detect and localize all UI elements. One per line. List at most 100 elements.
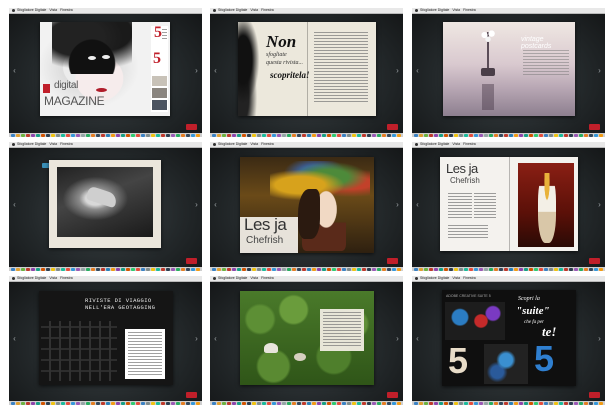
dock-app-icon[interactable] bbox=[579, 401, 583, 405]
magazine-spread[interactable] bbox=[240, 291, 374, 385]
prev-page-arrow-icon[interactable]: ‹ bbox=[12, 334, 17, 343]
dock-app-icon[interactable] bbox=[539, 133, 543, 137]
dock-app-icon[interactable] bbox=[559, 401, 563, 405]
dock-app-icon[interactable] bbox=[136, 401, 140, 405]
dock-app-icon[interactable] bbox=[91, 133, 95, 137]
dock-app-icon[interactable] bbox=[529, 401, 533, 405]
dock-app-icon[interactable] bbox=[101, 267, 105, 271]
dock-app-icon[interactable] bbox=[554, 133, 558, 137]
dock-app-icon[interactable] bbox=[479, 401, 483, 405]
prev-page-arrow-icon[interactable]: ‹ bbox=[213, 200, 218, 209]
dock-app-icon[interactable] bbox=[141, 401, 145, 405]
dock-app-icon[interactable] bbox=[166, 133, 170, 137]
dock-app-icon[interactable] bbox=[494, 133, 498, 137]
apple-icon[interactable] bbox=[415, 143, 418, 146]
dock-app-icon[interactable] bbox=[589, 133, 593, 137]
dock-app-icon[interactable] bbox=[297, 133, 301, 137]
dock-app-icon[interactable] bbox=[549, 133, 553, 137]
dock-app-icon[interactable] bbox=[509, 267, 513, 271]
dock-app-icon[interactable] bbox=[469, 267, 473, 271]
dock-app-icon[interactable] bbox=[247, 401, 251, 405]
dock-app-icon[interactable] bbox=[262, 267, 266, 271]
dock-app-icon[interactable] bbox=[332, 267, 336, 271]
apple-icon[interactable] bbox=[213, 277, 216, 280]
dock-app-icon[interactable] bbox=[599, 133, 603, 137]
dock-app-icon[interactable] bbox=[489, 401, 493, 405]
dock-app-icon[interactable] bbox=[302, 401, 306, 405]
dock-app-icon[interactable] bbox=[307, 401, 311, 405]
dock-app-icon[interactable] bbox=[51, 401, 55, 405]
dock-app-icon[interactable] bbox=[529, 133, 533, 137]
dock-app-icon[interactable] bbox=[332, 133, 336, 137]
dock-app-icon[interactable] bbox=[237, 267, 241, 271]
dock-app-icon[interactable] bbox=[579, 267, 583, 271]
dock-app-icon[interactable] bbox=[11, 401, 15, 405]
dock-app-icon[interactable] bbox=[459, 401, 463, 405]
dock-app-icon[interactable] bbox=[126, 267, 130, 271]
dock-app-icon[interactable] bbox=[66, 401, 70, 405]
dock-app-icon[interactable] bbox=[589, 267, 593, 271]
dock-app-icon[interactable] bbox=[181, 401, 185, 405]
dock-app-icon[interactable] bbox=[362, 133, 366, 137]
dock-app-icon[interactable] bbox=[116, 133, 120, 137]
dock-app-icon[interactable] bbox=[317, 267, 321, 271]
dock-app-icon[interactable] bbox=[419, 267, 423, 271]
dock-app-icon[interactable] bbox=[217, 133, 221, 137]
dock-app-icon[interactable] bbox=[181, 267, 185, 271]
dock-app-icon[interactable] bbox=[11, 267, 15, 271]
dock-app-icon[interactable] bbox=[504, 133, 508, 137]
dock-app-icon[interactable] bbox=[474, 133, 478, 137]
dock-app-icon[interactable] bbox=[524, 267, 528, 271]
next-page-arrow-icon[interactable]: › bbox=[597, 200, 602, 209]
dock-app-icon[interactable] bbox=[529, 267, 533, 271]
dock-app-icon[interactable] bbox=[464, 267, 468, 271]
dock-app-icon[interactable] bbox=[166, 267, 170, 271]
dock-app-icon[interactable] bbox=[151, 267, 155, 271]
prev-page-arrow-icon[interactable]: ‹ bbox=[213, 66, 218, 75]
dock-app-icon[interactable] bbox=[429, 401, 433, 405]
dock-app-icon[interactable] bbox=[131, 133, 135, 137]
dock-app-icon[interactable] bbox=[499, 133, 503, 137]
prev-page-arrow-icon[interactable]: ‹ bbox=[415, 66, 420, 75]
dock-app-icon[interactable] bbox=[397, 267, 401, 271]
dock-app-icon[interactable] bbox=[151, 401, 155, 405]
dock-app-icon[interactable] bbox=[16, 267, 20, 271]
dock-app-icon[interactable] bbox=[509, 133, 513, 137]
magazine-spread[interactable]: Les ja Chefrish bbox=[440, 157, 578, 251]
dock-app-icon[interactable] bbox=[544, 133, 548, 137]
magazine-spread[interactable]: vintage postcards bbox=[443, 22, 575, 116]
dock-app-icon[interactable] bbox=[534, 133, 538, 137]
dock-app-icon[interactable] bbox=[222, 401, 226, 405]
prev-page-arrow-icon[interactable]: ‹ bbox=[415, 200, 420, 209]
dock-app-icon[interactable] bbox=[489, 133, 493, 137]
dock-app-icon[interactable] bbox=[252, 401, 256, 405]
dock-app-icon[interactable] bbox=[367, 133, 371, 137]
dock-app-icon[interactable] bbox=[459, 267, 463, 271]
dock-app-icon[interactable] bbox=[559, 267, 563, 271]
dock-app-icon[interactable] bbox=[91, 267, 95, 271]
dock-app-icon[interactable] bbox=[474, 401, 478, 405]
dock-app-icon[interactable] bbox=[357, 401, 361, 405]
dock-app-icon[interactable] bbox=[171, 267, 175, 271]
dock-app-icon[interactable] bbox=[267, 267, 271, 271]
next-page-arrow-icon[interactable]: › bbox=[194, 334, 199, 343]
dock-app-icon[interactable] bbox=[392, 133, 396, 137]
dock-app-icon[interactable] bbox=[191, 267, 195, 271]
dock-app-icon[interactable] bbox=[247, 267, 251, 271]
dock-app-icon[interactable] bbox=[237, 401, 241, 405]
dock-app-icon[interactable] bbox=[136, 133, 140, 137]
dock-app-icon[interactable] bbox=[327, 401, 331, 405]
dock-app-icon[interactable] bbox=[569, 401, 573, 405]
dock-app-icon[interactable] bbox=[121, 267, 125, 271]
dock-app-icon[interactable] bbox=[539, 267, 543, 271]
dock-app-icon[interactable] bbox=[459, 133, 463, 137]
dock-app-icon[interactable] bbox=[337, 267, 341, 271]
dock-app-icon[interactable] bbox=[176, 133, 180, 137]
dock-app-icon[interactable] bbox=[579, 133, 583, 137]
dock-app-icon[interactable] bbox=[36, 133, 40, 137]
dock-app-icon[interactable] bbox=[287, 133, 291, 137]
dock-app-icon[interactable] bbox=[56, 267, 60, 271]
dock-app-icon[interactable] bbox=[181, 133, 185, 137]
dock-app-icon[interactable] bbox=[247, 133, 251, 137]
dock-app-icon[interactable] bbox=[574, 267, 578, 271]
